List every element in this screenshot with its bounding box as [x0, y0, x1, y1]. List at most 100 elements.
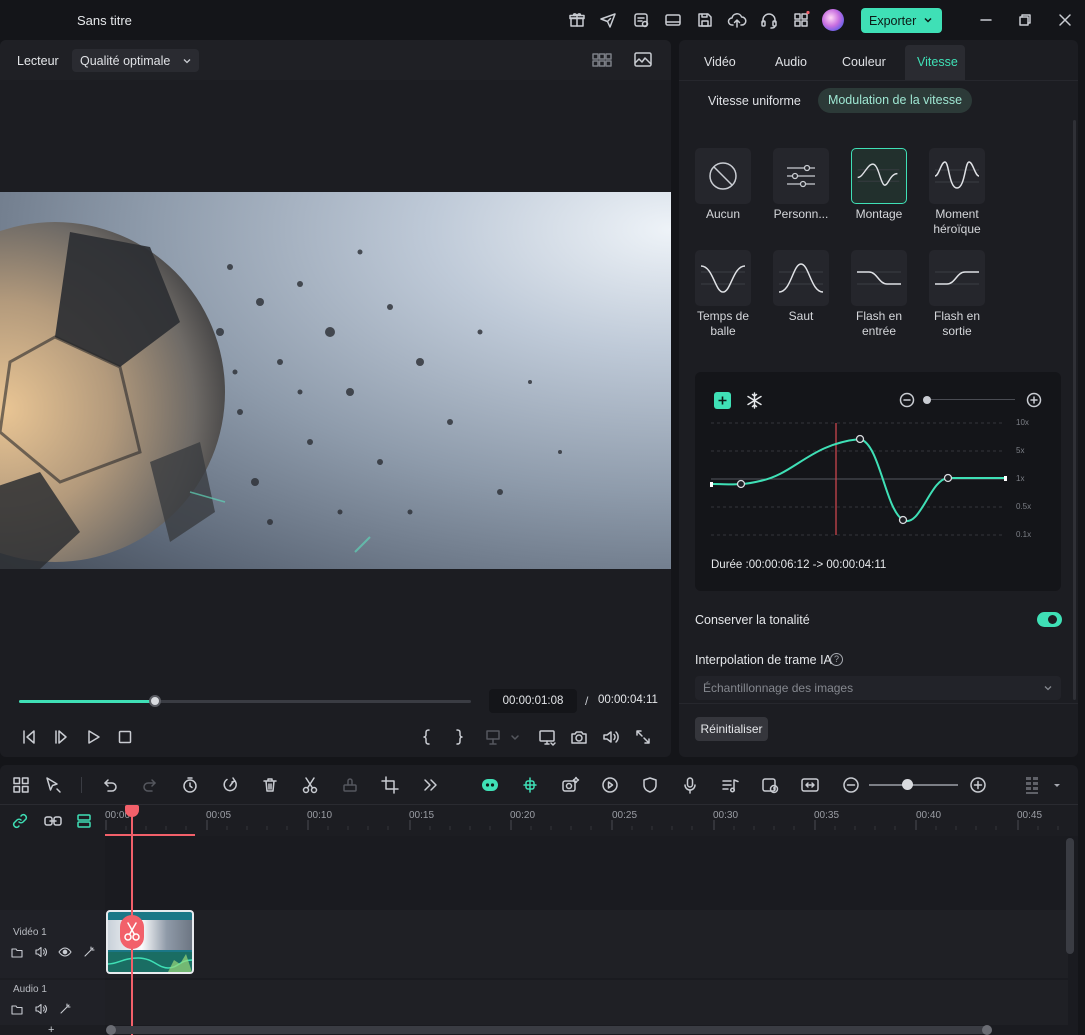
- tab-couleur[interactable]: Couleur: [842, 55, 886, 69]
- folder-lock-icon[interactable]: [10, 945, 24, 959]
- template-icon[interactable]: [631, 10, 651, 30]
- preset-none[interactable]: [695, 148, 751, 204]
- preset-bullet-time[interactable]: [695, 250, 751, 306]
- mark-out-icon[interactable]: [449, 727, 469, 747]
- ai-effect-icon[interactable]: [560, 775, 580, 795]
- timeline-zoom-in-icon[interactable]: [968, 775, 988, 795]
- music-list-icon[interactable]: [720, 775, 740, 795]
- split-scissors-icon[interactable]: [120, 915, 144, 949]
- subtab-uniform-speed[interactable]: Vitesse uniforme: [708, 94, 801, 108]
- close-icon[interactable]: [1055, 10, 1075, 30]
- fit-width-icon[interactable]: [800, 775, 820, 795]
- tab-video[interactable]: Vidéo: [704, 55, 736, 69]
- preset-flash-in[interactable]: [851, 250, 907, 306]
- ai-mate-icon[interactable]: [480, 775, 500, 795]
- freeze-frame-icon[interactable]: [745, 391, 764, 410]
- progress-handle[interactable]: [148, 695, 161, 707]
- layout-icon[interactable]: [663, 10, 683, 30]
- total-time: 00:00:04:11: [598, 694, 658, 706]
- select-pointer-icon[interactable]: [43, 775, 63, 795]
- magic-wand-icon[interactable]: [58, 1002, 72, 1016]
- video-preview[interactable]: [0, 192, 671, 569]
- add-track-icon[interactable]: +: [48, 1024, 54, 1035]
- save-icon[interactable]: [695, 10, 715, 30]
- prev-frame-icon[interactable]: [19, 727, 39, 747]
- ruler-tick-label: 00:30: [713, 810, 739, 821]
- scroll-handle-right[interactable]: [982, 1025, 992, 1035]
- send-icon[interactable]: [598, 10, 618, 30]
- fullscreen-icon[interactable]: [633, 727, 653, 747]
- magnet-snap-icon[interactable]: [520, 775, 540, 795]
- split-scissors-icon[interactable]: [300, 775, 320, 795]
- ruler-tick-label: 00:35: [814, 810, 840, 821]
- timer-icon[interactable]: [180, 775, 200, 795]
- curve-zoom-track[interactable]: [929, 399, 1015, 400]
- curve-zoom-handle[interactable]: [923, 396, 931, 404]
- properties-scrollbar[interactable]: [1073, 120, 1076, 700]
- preset-jump[interactable]: [773, 250, 829, 306]
- preset-custom[interactable]: [773, 148, 829, 204]
- cloud-upload-icon[interactable]: [727, 10, 747, 30]
- reset-button[interactable]: Réinitialiser: [695, 717, 768, 741]
- timeline-zoom-track[interactable]: [869, 784, 958, 786]
- maximize-icon[interactable]: [1015, 10, 1035, 30]
- snapshot-icon[interactable]: [569, 727, 589, 747]
- speed-curve-graph[interactable]: [705, 414, 1035, 544]
- timeline-zoom-out-icon[interactable]: [841, 775, 861, 795]
- delete-icon[interactable]: [260, 775, 280, 795]
- undo-icon[interactable]: [100, 775, 120, 795]
- grid-view-icon[interactable]: [592, 51, 612, 69]
- eye-icon[interactable]: [58, 945, 72, 959]
- next-frame-icon[interactable]: [51, 727, 71, 747]
- minimize-icon[interactable]: [976, 10, 996, 30]
- link-clip-icon[interactable]: [43, 812, 63, 830]
- gift-icon[interactable]: [567, 10, 587, 30]
- auto-reframe-icon[interactable]: [760, 775, 780, 795]
- volume-icon[interactable]: [34, 945, 48, 959]
- track-manager-icon[interactable]: [75, 812, 93, 830]
- preset-hero-moment[interactable]: [929, 148, 985, 204]
- preset-flash-out[interactable]: [929, 250, 985, 306]
- more-tools-icon[interactable]: [420, 775, 440, 795]
- current-time[interactable]: 00:00:01:08: [489, 689, 577, 713]
- volume-icon[interactable]: [601, 727, 621, 747]
- magic-wand-icon[interactable]: [82, 945, 96, 959]
- add-keyframe-button[interactable]: [714, 392, 731, 409]
- play-icon[interactable]: [83, 727, 103, 747]
- zoom-in-icon[interactable]: [1026, 392, 1042, 408]
- preset-montage[interactable]: [851, 148, 907, 204]
- headset-icon[interactable]: [759, 10, 779, 30]
- folder-lock-icon[interactable]: [10, 1002, 24, 1016]
- audio-track-1[interactable]: [0, 980, 1068, 1025]
- link-icon[interactable]: [11, 812, 29, 830]
- track-options-icon[interactable]: [1022, 775, 1042, 795]
- quality-select[interactable]: Qualité optimale: [72, 49, 199, 72]
- crop-icon[interactable]: [380, 775, 400, 795]
- subtab-speed-ramping[interactable]: Modulation de la vitesse: [818, 88, 972, 113]
- microphone-icon[interactable]: [680, 775, 700, 795]
- shield-icon[interactable]: [640, 775, 660, 795]
- custom-sliders-icon: [787, 164, 815, 188]
- apps-grid-icon[interactable]: [791, 10, 811, 30]
- mark-in-icon[interactable]: [417, 727, 437, 747]
- image-icon[interactable]: [633, 50, 653, 70]
- interpolation-select[interactable]: Échantillonnage des images: [695, 676, 1061, 700]
- scroll-handle-left[interactable]: [106, 1025, 116, 1035]
- speed-timer-icon[interactable]: [220, 775, 240, 795]
- timeline-horizontal-scrollbar[interactable]: [108, 1026, 992, 1034]
- zoom-out-icon[interactable]: [899, 392, 915, 408]
- play-circle-icon[interactable]: [600, 775, 620, 795]
- help-icon[interactable]: ?: [830, 653, 843, 666]
- tab-audio[interactable]: Audio: [775, 55, 807, 69]
- export-button[interactable]: Exporter: [861, 8, 942, 33]
- chevron-down-icon[interactable]: [1050, 775, 1070, 795]
- stop-icon[interactable]: [115, 727, 135, 747]
- timeline-vertical-scrollbar[interactable]: [1066, 838, 1074, 954]
- display-icon[interactable]: [537, 727, 557, 747]
- none-icon: [709, 162, 737, 190]
- tab-vitesse[interactable]: Vitesse: [917, 55, 958, 69]
- volume-icon[interactable]: [34, 1002, 48, 1016]
- layout-grid-icon[interactable]: [11, 775, 31, 795]
- keep-tone-label: Conserver la tonalité: [695, 613, 810, 627]
- avatar[interactable]: [822, 9, 844, 31]
